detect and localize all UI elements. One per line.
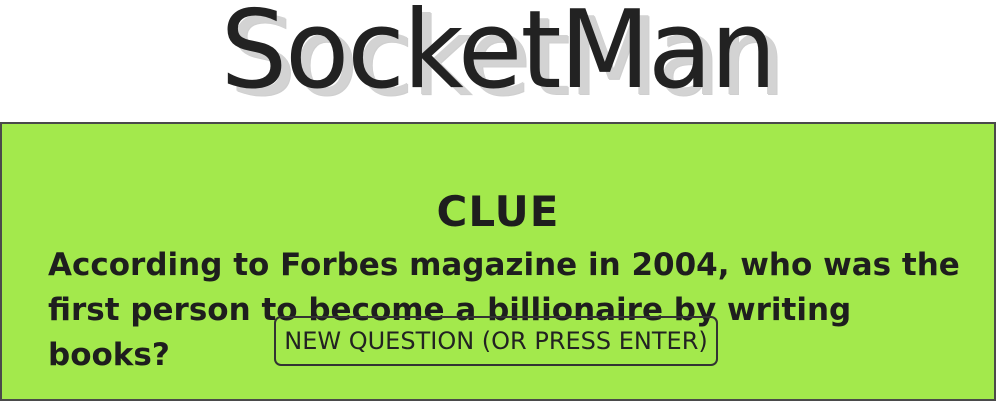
socketman-logo: SocketMan	[220, 0, 777, 113]
clue-heading: CLUE	[436, 187, 560, 237]
page: SocketMan CLUE According to Forbes magaz…	[0, 0, 996, 403]
clue-panel: CLUE According to Forbes magazine in 200…	[0, 122, 996, 401]
new-question-button[interactable]: NEW QUESTION (OR PRESS ENTER)	[274, 316, 718, 366]
header: SocketMan	[0, 0, 996, 122]
